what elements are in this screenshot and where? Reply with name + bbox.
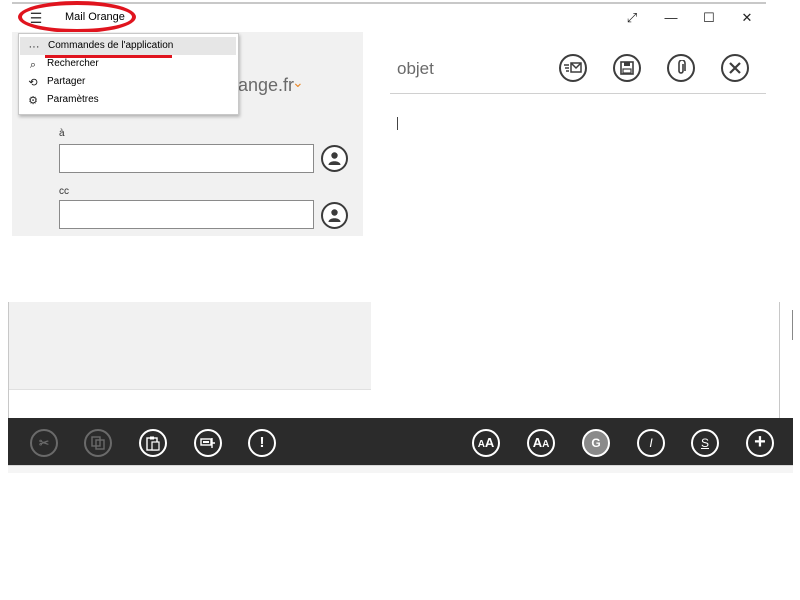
paste-format-button[interactable]: [194, 429, 222, 457]
sender-account[interactable]: range.fr: [232, 75, 294, 96]
contact-icon: [328, 209, 341, 222]
menu-item-settings[interactable]: ⚙ Paramètres: [19, 91, 238, 109]
cc-contact-button[interactable]: [321, 202, 348, 229]
cc-input[interactable]: [60, 201, 313, 228]
scrollbar-thumb[interactable]: [792, 310, 799, 340]
attach-button[interactable]: [667, 54, 695, 82]
paste-icon: [146, 436, 160, 451]
more-add-icon: +: [754, 431, 766, 453]
to-contact-button[interactable]: [321, 145, 348, 172]
save-icon: [620, 61, 634, 75]
copy-icon: [91, 436, 105, 450]
priority-icon: !: [259, 434, 265, 451]
copy-button[interactable]: [84, 429, 112, 457]
menu-item-label: Commandes de l'application: [48, 40, 174, 51]
font-size-up-icon: AA: [477, 435, 495, 450]
subject-divider: [390, 93, 766, 94]
cc-label: cc: [59, 186, 69, 197]
bold-button[interactable]: G: [582, 429, 610, 457]
more-add-button[interactable]: +: [746, 429, 774, 457]
italic-button[interactable]: I: [637, 429, 665, 457]
menu-item-label: Partager: [47, 76, 86, 87]
underline-icon: S: [700, 436, 709, 450]
send-icon: [564, 62, 582, 73]
cut-button[interactable]: ✂: [30, 429, 58, 457]
message-body[interactable]: [372, 302, 778, 417]
cut-icon: ✂: [38, 436, 50, 450]
more-icon: ···: [28, 41, 40, 53]
italic-icon: I: [649, 436, 653, 450]
font-size-up-button[interactable]: AA: [472, 429, 500, 457]
subject-input[interactable]: objet: [397, 59, 434, 79]
priority-button[interactable]: !: [248, 429, 276, 457]
divider: [9, 389, 371, 390]
recipients-pane-lower: [9, 302, 371, 389]
to-field[interactable]: [59, 144, 314, 173]
close-icon[interactable]: ✕: [736, 9, 758, 27]
app-bar: [8, 418, 793, 465]
discard-button[interactable]: [721, 54, 749, 82]
resize-icon[interactable]: ⤢: [621, 9, 643, 27]
chevron-down-icon[interactable]: ⌄: [292, 74, 304, 91]
to-label: à: [59, 128, 65, 139]
contact-icon: [328, 152, 341, 165]
paste-button[interactable]: [139, 429, 167, 457]
cc-field[interactable]: [59, 200, 314, 229]
menu-item-share[interactable]: ⟲ Partager: [19, 73, 238, 91]
gear-icon: ⚙: [28, 95, 38, 107]
highlight-underline: [45, 55, 172, 58]
app-menu: ··· Commandes de l'application ⌕ Recherc…: [18, 33, 239, 115]
highlight-ellipse: [18, 1, 136, 33]
attach-icon: [678, 59, 686, 74]
share-icon: ⟲: [28, 77, 38, 89]
search-icon: ⌕: [29, 59, 37, 71]
to-input[interactable]: [60, 145, 313, 172]
body-text-cursor[interactable]: [397, 117, 398, 130]
paste-format-icon: [200, 438, 215, 448]
bold-icon: G: [591, 436, 601, 450]
send-button[interactable]: [559, 54, 587, 82]
minimize-icon[interactable]: —: [660, 9, 682, 27]
menu-item-app-commands[interactable]: ··· Commandes de l'application: [20, 37, 236, 55]
menu-item-label: Paramètres: [47, 94, 99, 105]
maximize-icon[interactable]: ☐: [698, 9, 720, 27]
font-size-down-icon: AA: [532, 435, 550, 450]
app-bar-shadow: [8, 465, 793, 473]
underline-button[interactable]: S: [691, 429, 719, 457]
save-button[interactable]: [613, 54, 641, 82]
discard-icon: [729, 62, 741, 74]
font-size-down-button[interactable]: AA: [527, 429, 555, 457]
